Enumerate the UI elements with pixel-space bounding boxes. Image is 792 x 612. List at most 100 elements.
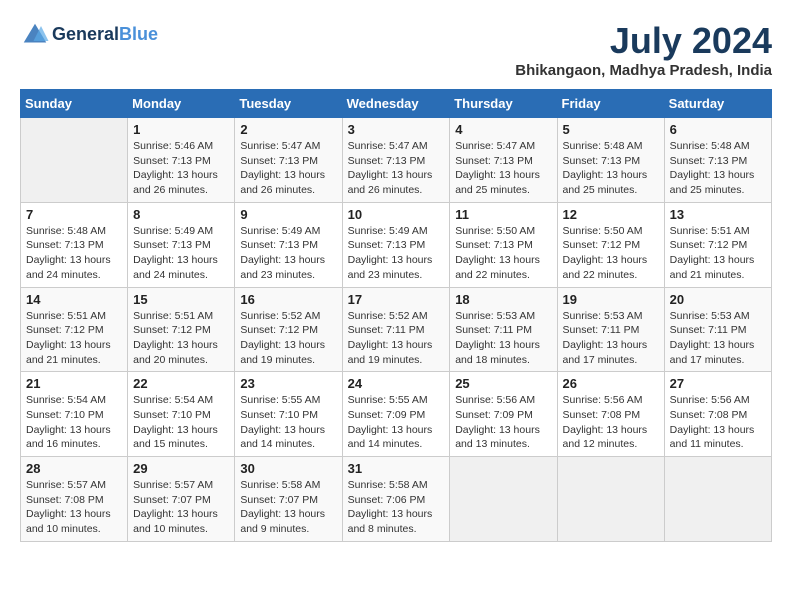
day-info: Sunrise: 5:52 AMSunset: 7:11 PMDaylight:… (348, 309, 445, 368)
day-number: 9 (240, 207, 336, 222)
calendar-cell: 5 Sunrise: 5:48 AMSunset: 7:13 PMDaylight… (557, 118, 664, 203)
day-info: Sunrise: 5:53 AMSunset: 7:11 PMDaylight:… (455, 309, 551, 368)
calendar-cell: 19 Sunrise: 5:53 AMSunset: 7:11 PMDayligh… (557, 287, 664, 372)
day-number: 29 (133, 461, 229, 476)
calendar-cell: 9Sunrise: 5:49 AMSunset: 7:13 PMDaylight… (235, 202, 342, 287)
logo-icon (20, 20, 50, 50)
calendar-week-2: 7Sunrise: 5:48 AMSunset: 7:13 PMDaylight… (21, 202, 772, 287)
day-number: 19 (563, 292, 659, 307)
day-number: 23 (240, 376, 336, 391)
calendar-cell (557, 457, 664, 542)
day-number: 8 (133, 207, 229, 222)
calendar-cell: 22Sunrise: 5:54 AMSunset: 7:10 PMDayligh… (128, 372, 235, 457)
day-info: Sunrise: 5:53 AMSunset: 7:11 PMDaylight:… (670, 309, 766, 368)
calendar-week-1: 1Sunrise: 5:46 AMSunset: 7:13 PMDaylight… (21, 118, 772, 203)
calendar-cell: 7Sunrise: 5:48 AMSunset: 7:13 PMDaylight… (21, 202, 128, 287)
day-number: 11 (455, 207, 551, 222)
day-info: Sunrise: 5:58 AMSunset: 7:06 PMDaylight:… (348, 478, 445, 537)
calendar-cell: 6 Sunrise: 5:48 AMSunset: 7:13 PMDaylight… (664, 118, 771, 203)
day-number: 18 (455, 292, 551, 307)
day-info: Sunrise: 5:51 AMSunset: 7:12 PMDaylight:… (670, 224, 766, 283)
day-number: 4 (455, 122, 551, 137)
day-info: Sunrise: 5:58 AMSunset: 7:07 PMDaylight:… (240, 478, 336, 537)
day-number: 20 (670, 292, 766, 307)
calendar-cell: 20 Sunrise: 5:53 AMSunset: 7:11 PMDayligh… (664, 287, 771, 372)
day-info: Sunrise: 5:55 AMSunset: 7:10 PMDaylight:… (240, 393, 336, 452)
logo-text: GeneralBlue (52, 25, 158, 45)
calendar-week-3: 14 Sunrise: 5:51 AMSunset: 7:12 PMDayligh… (21, 287, 772, 372)
weekday-header-tuesday: Tuesday (235, 90, 342, 118)
day-number: 24 (348, 376, 445, 391)
day-number: 15 (133, 292, 229, 307)
calendar-cell: 26 Sunrise: 5:56 AMSunset: 7:08 PMDayligh… (557, 372, 664, 457)
calendar-cell: 31 Sunrise: 5:58 AMSunset: 7:06 PMDayligh… (342, 457, 450, 542)
day-number: 6 (670, 122, 766, 137)
calendar-cell: 10 Sunrise: 5:49 AMSunset: 7:13 PMDayligh… (342, 202, 450, 287)
logo: GeneralBlue (20, 20, 158, 50)
day-number: 17 (348, 292, 445, 307)
location-title: Bhikangaon, Madhya Pradesh, India (515, 62, 772, 79)
day-number: 22 (133, 376, 229, 391)
day-info: Sunrise: 5:50 AMSunset: 7:12 PMDaylight:… (563, 224, 659, 283)
weekday-header-friday: Friday (557, 90, 664, 118)
day-info: Sunrise: 5:53 AMSunset: 7:11 PMDaylight:… (563, 309, 659, 368)
day-number: 7 (26, 207, 122, 222)
day-info: Sunrise: 5:55 AMSunset: 7:09 PMDaylight:… (348, 393, 445, 452)
day-number: 1 (133, 122, 229, 137)
day-number: 21 (26, 376, 122, 391)
calendar-cell: 30 Sunrise: 5:58 AMSunset: 7:07 PMDayligh… (235, 457, 342, 542)
day-info: Sunrise: 5:57 AMSunset: 7:07 PMDaylight:… (133, 478, 229, 537)
weekday-header-saturday: Saturday (664, 90, 771, 118)
calendar-cell: 13 Sunrise: 5:51 AMSunset: 7:12 PMDayligh… (664, 202, 771, 287)
day-info: Sunrise: 5:57 AMSunset: 7:08 PMDaylight:… (26, 478, 122, 537)
day-info: Sunrise: 5:47 AMSunset: 7:13 PMDaylight:… (240, 139, 336, 198)
month-year-title: July 2024 (515, 20, 772, 62)
calendar-cell (21, 118, 128, 203)
day-info: Sunrise: 5:56 AMSunset: 7:08 PMDaylight:… (563, 393, 659, 452)
day-number: 26 (563, 376, 659, 391)
day-info: Sunrise: 5:47 AMSunset: 7:13 PMDaylight:… (348, 139, 445, 198)
day-number: 5 (563, 122, 659, 137)
day-info: Sunrise: 5:56 AMSunset: 7:09 PMDaylight:… (455, 393, 551, 452)
day-number: 28 (26, 461, 122, 476)
day-number: 30 (240, 461, 336, 476)
day-number: 25 (455, 376, 551, 391)
calendar-cell: 15 Sunrise: 5:51 AMSunset: 7:12 PMDayligh… (128, 287, 235, 372)
calendar-cell: 11 Sunrise: 5:50 AMSunset: 7:13 PMDayligh… (450, 202, 557, 287)
calendar-cell: 29 Sunrise: 5:57 AMSunset: 7:07 PMDayligh… (128, 457, 235, 542)
weekday-header-monday: Monday (128, 90, 235, 118)
day-info: Sunrise: 5:48 AMSunset: 7:13 PMDaylight:… (563, 139, 659, 198)
calendar-cell: 4 Sunrise: 5:47 AMSunset: 7:13 PMDaylight… (450, 118, 557, 203)
day-number: 10 (348, 207, 445, 222)
day-info: Sunrise: 5:51 AMSunset: 7:12 PMDaylight:… (26, 309, 122, 368)
page-header: GeneralBlue July 2024 Bhikangaon, Madhya… (20, 20, 772, 79)
weekday-header-row: SundayMondayTuesdayWednesdayThursdayFrid… (21, 90, 772, 118)
calendar-cell: 16 Sunrise: 5:52 AMSunset: 7:12 PMDayligh… (235, 287, 342, 372)
title-block: July 2024 Bhikangaon, Madhya Pradesh, In… (515, 20, 772, 79)
calendar-cell (664, 457, 771, 542)
calendar-cell: 8Sunrise: 5:49 AMSunset: 7:13 PMDaylight… (128, 202, 235, 287)
day-info: Sunrise: 5:48 AMSunset: 7:13 PMDaylight:… (670, 139, 766, 198)
calendar-cell: 3 Sunrise: 5:47 AMSunset: 7:13 PMDaylight… (342, 118, 450, 203)
calendar-table: SundayMondayTuesdayWednesdayThursdayFrid… (20, 89, 772, 542)
calendar-cell: 25 Sunrise: 5:56 AMSunset: 7:09 PMDayligh… (450, 372, 557, 457)
calendar-cell: 14 Sunrise: 5:51 AMSunset: 7:12 PMDayligh… (21, 287, 128, 372)
calendar-cell (450, 457, 557, 542)
calendar-cell: 1Sunrise: 5:46 AMSunset: 7:13 PMDaylight… (128, 118, 235, 203)
day-info: Sunrise: 5:54 AMSunset: 7:10 PMDaylight:… (26, 393, 122, 452)
calendar-week-4: 21 Sunrise: 5:54 AMSunset: 7:10 PMDayligh… (21, 372, 772, 457)
day-info: Sunrise: 5:50 AMSunset: 7:13 PMDaylight:… (455, 224, 551, 283)
day-info: Sunrise: 5:49 AMSunset: 7:13 PMDaylight:… (348, 224, 445, 283)
calendar-cell: 17 Sunrise: 5:52 AMSunset: 7:11 PMDayligh… (342, 287, 450, 372)
day-info: Sunrise: 5:52 AMSunset: 7:12 PMDaylight:… (240, 309, 336, 368)
day-number: 16 (240, 292, 336, 307)
day-info: Sunrise: 5:51 AMSunset: 7:12 PMDaylight:… (133, 309, 229, 368)
day-number: 31 (348, 461, 445, 476)
day-number: 13 (670, 207, 766, 222)
day-number: 3 (348, 122, 445, 137)
calendar-cell: 2Sunrise: 5:47 AMSunset: 7:13 PMDaylight… (235, 118, 342, 203)
day-number: 14 (26, 292, 122, 307)
day-info: Sunrise: 5:47 AMSunset: 7:13 PMDaylight:… (455, 139, 551, 198)
day-number: 12 (563, 207, 659, 222)
calendar-cell: 27Sunrise: 5:56 AMSunset: 7:08 PMDayligh… (664, 372, 771, 457)
